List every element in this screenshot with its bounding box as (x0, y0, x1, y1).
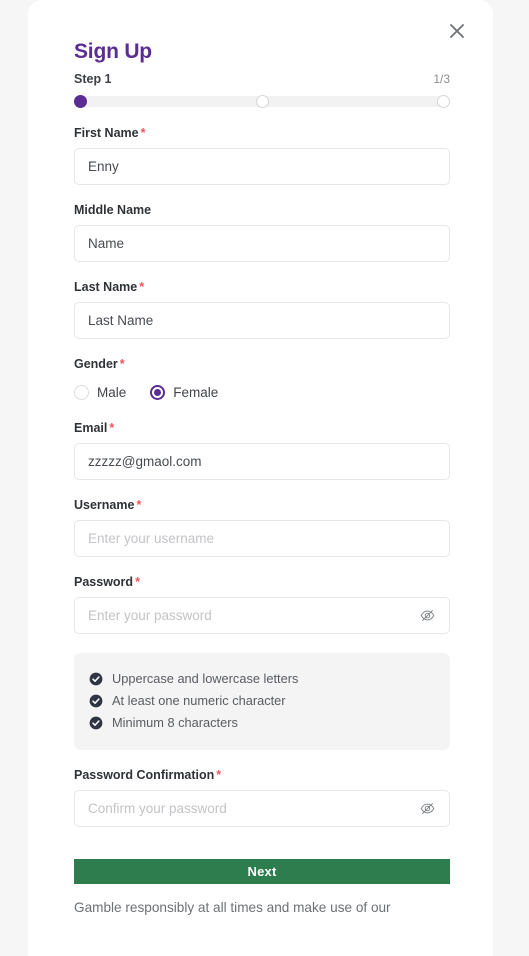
responsible-gambling-note: Gamble responsibly at all times and make… (74, 900, 391, 915)
gender-option-male[interactable]: Male (74, 384, 127, 400)
requirement-text: Uppercase and lowercase letters (112, 671, 299, 686)
progress-dot-2[interactable] (256, 95, 269, 108)
middle-name-label: Middle Name (74, 202, 450, 218)
field-password: Password * Enter your password (74, 574, 450, 634)
progress-bar (74, 95, 450, 108)
password-confirmation-input[interactable]: Confirm your password (74, 790, 450, 827)
password-requirements: Uppercase and lowercase letters At least… (74, 653, 450, 750)
field-last-name: Last Name * Last Name (74, 279, 450, 339)
check-circle-icon (89, 716, 103, 730)
field-email: Email * zzzzz@gmaol.com (74, 420, 450, 480)
gender-option-female-label: Female (173, 384, 219, 400)
gender-label-text: Gender (74, 357, 118, 371)
required-asterisk: * (139, 280, 145, 294)
gender-radio-group: Male Female (74, 381, 450, 403)
next-button[interactable]: Next (74, 859, 450, 884)
signup-form: Sign Up Step 1 1/3 First Name * Enny Midd… (74, 0, 450, 918)
password-label-text: Password (74, 575, 134, 589)
email-value: zzzzz@gmaol.com (88, 453, 202, 469)
step-label: Step 1 (74, 72, 112, 86)
eye-slash-icon[interactable] (418, 607, 436, 625)
required-asterisk: * (119, 357, 125, 371)
password-confirmation-label-text: Password Confirmation (74, 768, 215, 782)
email-label: Email * (74, 420, 450, 436)
required-asterisk: * (135, 575, 140, 589)
eye-slash-icon[interactable] (418, 800, 436, 818)
last-name-label-text: Last Name (74, 280, 138, 294)
required-asterisk: * (136, 498, 142, 512)
first-name-input[interactable]: Enny (74, 148, 450, 185)
middle-name-value: Name (88, 235, 125, 251)
username-placeholder: Enter your username (88, 530, 215, 546)
first-name-label: First Name * (74, 125, 450, 141)
gender-option-male-label: Male (97, 384, 127, 400)
username-input[interactable]: Enter your username (74, 520, 450, 557)
check-circle-icon (89, 672, 103, 686)
password-input[interactable]: Enter your password (74, 597, 450, 634)
signup-modal: Sign Up Step 1 1/3 First Name * Enny Midd… (28, 0, 493, 956)
close-icon (447, 21, 467, 41)
last-name-label: Last Name * (74, 279, 450, 295)
field-password-confirmation: Password Confirmation * Confirm your pass… (74, 767, 450, 827)
password-confirmation-placeholder: Confirm your password (88, 800, 227, 816)
email-label-text: Email (74, 421, 108, 435)
field-first-name: First Name * Enny (74, 125, 450, 185)
username-label-text: Username (74, 498, 135, 512)
password-confirmation-label: Password Confirmation * (74, 767, 450, 783)
requirement-text: At least one numeric character (112, 693, 286, 708)
requirement-item: Uppercase and lowercase letters (74, 668, 450, 690)
required-asterisk: * (109, 421, 115, 435)
progress-dot-3[interactable] (437, 95, 450, 108)
progress-dot-1[interactable] (74, 95, 87, 108)
requirement-text: Minimum 8 characters (112, 715, 238, 730)
field-gender: Gender * Male Female (74, 356, 450, 403)
last-name-input[interactable]: Last Name (74, 302, 450, 339)
radio-checked-icon (150, 384, 166, 400)
required-asterisk: * (140, 126, 146, 140)
required-asterisk: * (216, 768, 222, 782)
step-indicator: Step 1 1/3 (74, 72, 450, 86)
radio-unchecked-icon (74, 384, 89, 400)
field-middle-name: Middle Name Name (74, 202, 450, 262)
first-name-value: Enny (88, 158, 119, 174)
check-circle-icon (89, 694, 103, 708)
middle-name-label-text: Middle Name (74, 203, 152, 217)
first-name-label-text: First Name (74, 126, 139, 140)
email-input[interactable]: zzzzz@gmaol.com (74, 443, 450, 480)
field-username: Username * Enter your username (74, 497, 450, 557)
username-label: Username * (74, 497, 450, 513)
password-placeholder: Enter your password (88, 607, 212, 623)
page-title: Sign Up (74, 40, 152, 63)
step-count: 1/3 (433, 72, 450, 86)
gender-label: Gender * (74, 356, 450, 372)
password-label: Password * (74, 574, 450, 590)
requirement-item: At least one numeric character (74, 690, 450, 712)
requirement-item: Minimum 8 characters (74, 712, 450, 734)
gender-option-female[interactable]: Female (150, 384, 219, 400)
middle-name-input[interactable]: Name (74, 225, 450, 262)
last-name-value: Last Name (88, 312, 154, 328)
